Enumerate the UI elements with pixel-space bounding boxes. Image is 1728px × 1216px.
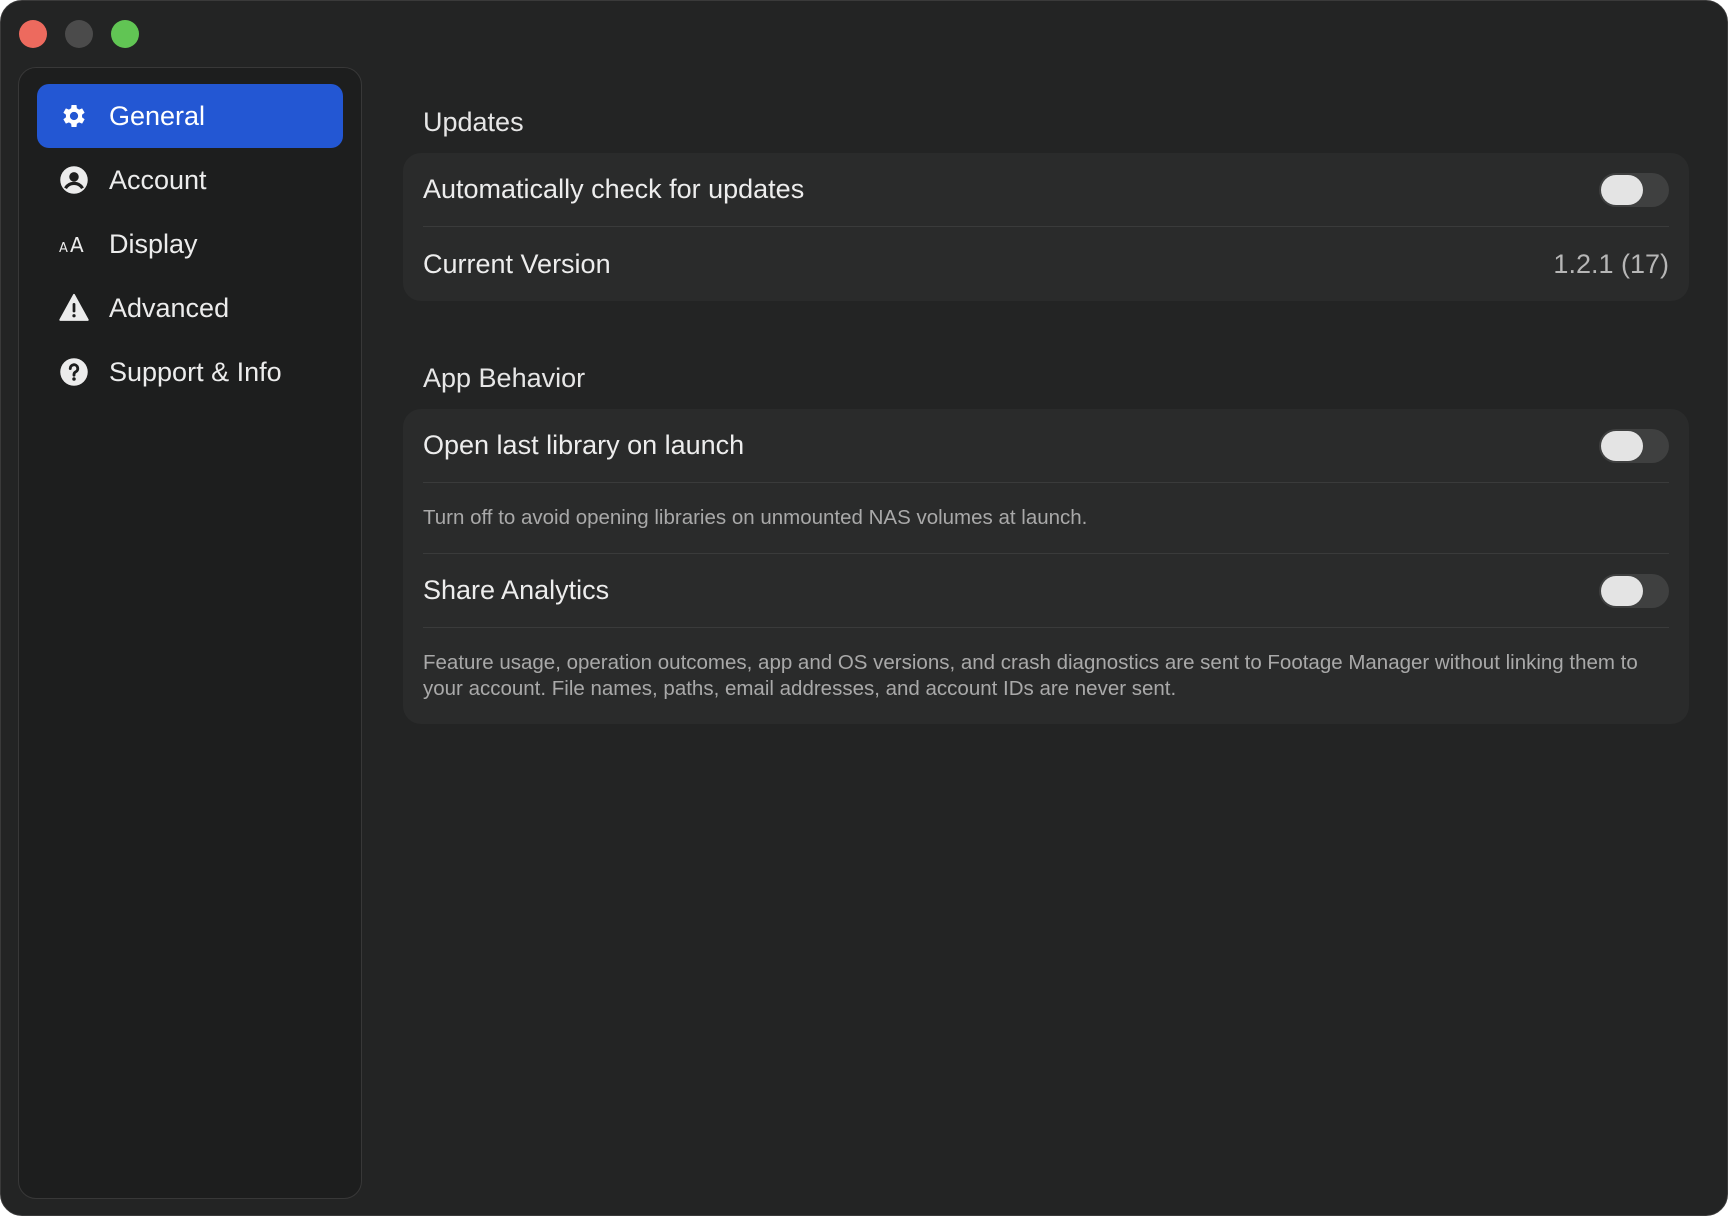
open-last-library-row: Open last library on launch <box>423 409 1669 483</box>
gear-icon <box>59 101 89 131</box>
updates-group: Automatically check for updates Current … <box>403 153 1689 301</box>
section-title-updates: Updates <box>423 107 524 137</box>
sidebar-item-advanced[interactable]: Advanced <box>37 276 343 340</box>
auto-check-updates-row: Automatically check for updates <box>423 153 1669 227</box>
toggle-knob <box>1601 174 1643 205</box>
section-title-app-behavior: App Behavior <box>423 363 586 393</box>
sidebar: General Account AA Display Advanced Supp… <box>18 67 362 1199</box>
close-window-button[interactable] <box>19 20 47 48</box>
sidebar-item-label: Account <box>109 164 207 195</box>
person-circle-icon <box>59 165 89 195</box>
app-behavior-group: Open last library on launch Turn off to … <box>403 409 1689 724</box>
sidebar-item-label: General <box>109 100 206 131</box>
share-analytics-help: Feature usage, operation outcomes, app a… <box>423 651 1638 700</box>
question-circle-icon <box>59 357 89 387</box>
svg-text:A: A <box>70 233 84 257</box>
sidebar-item-label: Support & Info <box>109 356 282 387</box>
sidebar-item-display[interactable]: AA Display <box>37 212 343 276</box>
window-controls <box>19 20 139 48</box>
share-analytics-label: Share Analytics <box>423 575 610 605</box>
share-analytics-toggle[interactable] <box>1599 573 1669 608</box>
auto-check-updates-toggle[interactable] <box>1599 172 1669 207</box>
settings-window: General Account AA Display Advanced Supp… <box>0 0 1728 1216</box>
text-size-icon: AA <box>59 229 89 259</box>
sidebar-item-label: Display <box>109 228 198 259</box>
settings-content: Updates Automatically check for updates … <box>403 97 1689 724</box>
sidebar-item-general[interactable]: General <box>37 84 343 148</box>
toggle-knob <box>1601 575 1643 606</box>
current-version-label: Current Version <box>423 248 611 279</box>
current-version-value: 1.2.1 (17) <box>1553 248 1669 279</box>
warning-triangle-icon <box>59 293 89 323</box>
toggle-knob <box>1601 430 1643 461</box>
sidebar-item-label: Advanced <box>109 292 230 323</box>
open-last-library-help: Turn off to avoid opening libraries on u… <box>423 483 1669 554</box>
maximize-window-button[interactable] <box>111 20 139 48</box>
sidebar-item-support-info[interactable]: Support & Info <box>37 340 343 404</box>
current-version-row: Current Version 1.2.1 (17) <box>423 227 1669 301</box>
sidebar-item-account[interactable]: Account <box>37 148 343 212</box>
open-last-library-label: Open last library on launch <box>423 430 745 460</box>
minimize-window-button[interactable] <box>65 20 93 48</box>
open-last-library-toggle[interactable] <box>1599 428 1669 463</box>
svg-text:A: A <box>59 241 68 256</box>
share-analytics-row: Share Analytics <box>423 554 1669 628</box>
auto-check-updates-label: Automatically check for updates <box>423 174 805 204</box>
